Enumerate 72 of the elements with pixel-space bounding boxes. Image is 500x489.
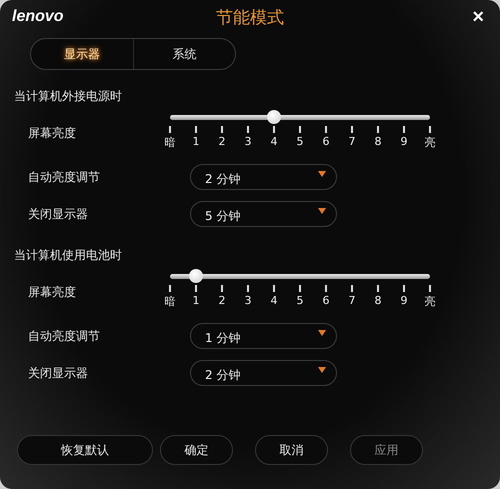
tab[interactable]: 显示器	[31, 39, 134, 69]
section-heading: 当计算机使用电池时	[14, 247, 122, 264]
tick-mark	[247, 126, 249, 133]
tick-mark	[195, 126, 197, 133]
dropdown-caret-icon	[318, 171, 326, 177]
dropdown-caret-icon	[318, 367, 326, 373]
tick-label: 1	[192, 135, 200, 148]
dialog-button[interactable]: 取消	[255, 435, 328, 465]
dropdown[interactable]: 2 分钟	[190, 360, 337, 386]
tick-label: 9	[400, 135, 408, 148]
tick-label: 1	[192, 294, 200, 307]
dialog-button[interactable]: 恢复默认	[17, 435, 153, 465]
tick-label: 4	[270, 135, 278, 148]
tick-mark	[403, 285, 405, 292]
tab[interactable]: 系统	[134, 39, 235, 69]
dropdown-caret-icon	[318, 208, 326, 214]
tick-mark	[195, 285, 197, 292]
tick-mark	[221, 285, 223, 292]
tick-mark	[403, 126, 405, 133]
tick-label: 7	[348, 294, 356, 307]
slider[interactable]	[170, 269, 430, 283]
field-label: 自动亮度调节	[28, 168, 101, 186]
dropdown-caret-icon	[318, 330, 326, 336]
field-label: 关闭显示器	[28, 364, 89, 382]
tick-mark	[325, 285, 327, 292]
tick-label: 6	[322, 135, 330, 148]
section-heading: 当计算机外接电源时	[14, 88, 122, 105]
dropdown[interactable]: 5 分钟	[190, 201, 337, 227]
tick-mark	[429, 285, 431, 292]
tick-label: 5	[296, 294, 304, 307]
tick-label: 3	[244, 294, 252, 307]
tick-label: 6	[322, 294, 330, 307]
field-label: 屏幕亮度	[28, 125, 77, 142]
field-label: 自动亮度调节	[28, 328, 101, 344]
tick-label: 3	[244, 135, 252, 148]
close-button[interactable]: ×	[468, 7, 488, 27]
slider-thumb[interactable]	[267, 110, 281, 124]
tick-mark	[299, 285, 301, 292]
tick-label: 暗	[164, 135, 176, 150]
tick-mark	[351, 285, 353, 292]
tick-label: 8	[374, 135, 382, 148]
tick-label: 7	[348, 135, 356, 148]
tick-mark	[169, 126, 171, 133]
tick-label: 5	[296, 135, 304, 148]
tick-mark	[273, 126, 275, 133]
tick-mark	[377, 126, 379, 133]
field-label: 关闭显示器	[28, 206, 89, 222]
tick-mark	[377, 285, 379, 292]
dialog-button[interactable]: 确定	[160, 435, 233, 465]
tick-label: 2	[218, 294, 226, 307]
tick-mark	[299, 126, 301, 133]
tick-label: 2	[218, 135, 226, 148]
window-title: 节能模式	[216, 6, 284, 28]
tick-label: 8	[374, 294, 382, 307]
tick-mark	[273, 285, 275, 292]
tick-mark	[429, 126, 431, 133]
tick-mark	[351, 126, 353, 133]
slider-thumb[interactable]	[189, 269, 203, 283]
tick-mark	[169, 285, 171, 292]
tick-mark	[221, 126, 223, 133]
field-label: 屏幕亮度	[28, 284, 77, 301]
tick-label: 亮	[424, 294, 436, 309]
dropdown[interactable]: 2 分钟	[190, 164, 337, 190]
tick-label: 亮	[424, 135, 436, 150]
tick-mark	[247, 285, 249, 292]
tick-mark	[325, 126, 327, 133]
dropdown[interactable]: 1 分钟	[190, 323, 337, 349]
logo: lenovo	[12, 8, 64, 26]
tick-label: 4	[270, 294, 278, 307]
tick-label: 9	[400, 294, 408, 307]
slider[interactable]	[170, 110, 430, 124]
tick-label: 暗	[164, 294, 176, 309]
